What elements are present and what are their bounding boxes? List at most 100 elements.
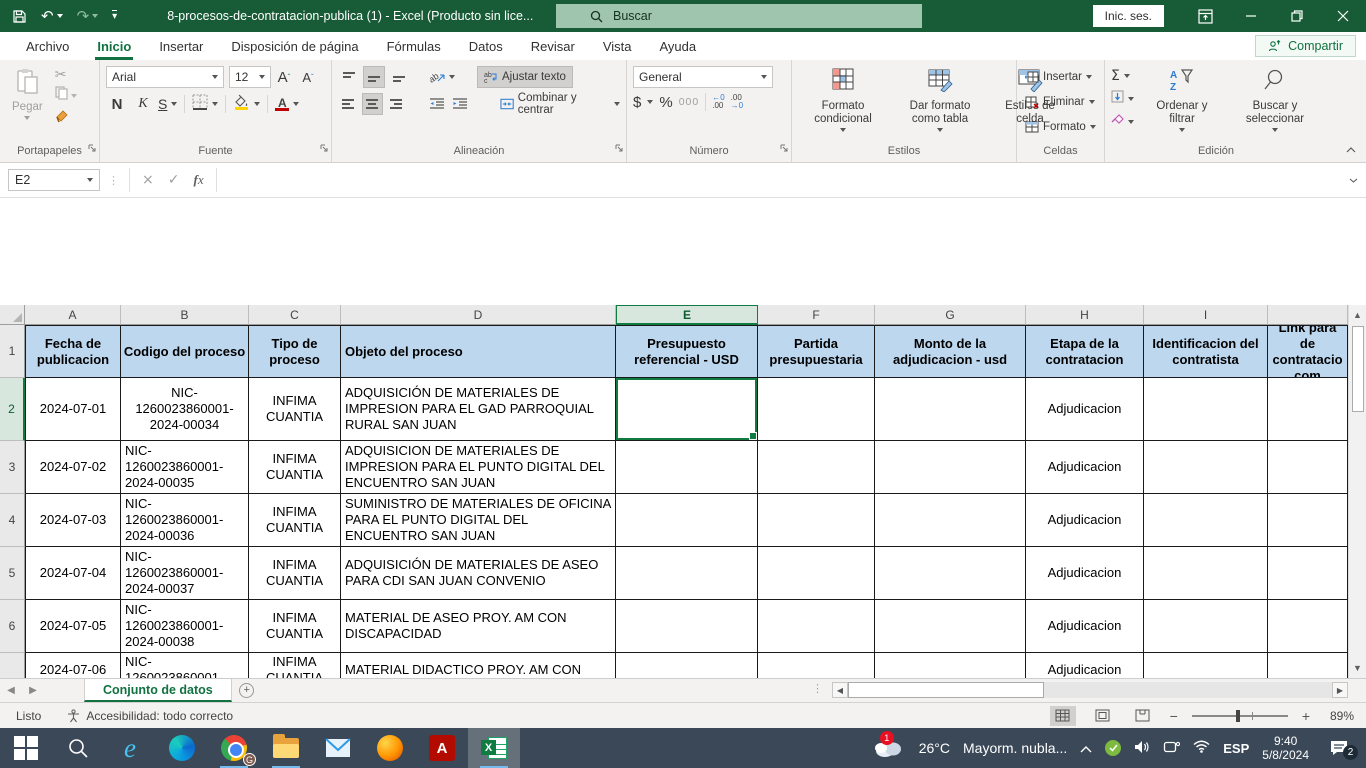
conditional-formatting-button[interactable]: Formato condicional [798, 66, 888, 142]
cell-i7[interactable] [1144, 653, 1268, 678]
underline-dropdown[interactable] [171, 102, 177, 106]
cell-h6[interactable]: Adjudicacion [1026, 600, 1144, 653]
cell-a7[interactable]: 2024-07-06 [25, 653, 121, 678]
tab-disposicion[interactable]: Disposición de página [217, 32, 372, 60]
row-header-6[interactable]: 6 [0, 600, 25, 653]
cell-j6[interactable] [1268, 600, 1348, 653]
zoom-out-icon[interactable]: − [1170, 708, 1178, 724]
find-select-button[interactable]: Buscar y seleccionar [1230, 66, 1320, 142]
cell-a4[interactable]: 2024-07-03 [25, 494, 121, 547]
customize-qat-icon[interactable]: ▾ [112, 10, 117, 22]
cell-b3[interactable]: NIC-1260023860001-2024-00035 [121, 441, 249, 494]
wifi-icon[interactable] [1193, 740, 1210, 756]
cell-d5[interactable]: ADQUISICIÓN DE MATERIALES DE ASEO PARA C… [341, 547, 616, 600]
cell-a5[interactable]: 2024-07-04 [25, 547, 121, 600]
cell-c2[interactable]: INFIMA CUANTIA [249, 378, 341, 441]
merge-dropdown[interactable] [614, 102, 620, 106]
save-icon[interactable] [12, 9, 27, 24]
cell-f3[interactable] [758, 441, 875, 494]
decrease-decimal-icon[interactable]: ←0.00 [712, 94, 724, 110]
horizontal-scrollbar[interactable]: ◀ ▶ [832, 681, 1348, 699]
notification-center[interactable]: 2 [1322, 735, 1356, 761]
number-format-combo[interactable]: General [633, 66, 773, 88]
antivirus-icon[interactable] [1105, 740, 1121, 756]
restore-button[interactable] [1274, 0, 1320, 32]
cell-c3[interactable]: INFIMA CUANTIA [249, 441, 341, 494]
header-cell[interactable]: Identificacion del contratista [1144, 325, 1268, 378]
font-size-combo[interactable]: 12 [229, 66, 271, 88]
cell-g3[interactable] [875, 441, 1026, 494]
borders-icon[interactable] [192, 94, 208, 115]
volume-icon[interactable] [1134, 740, 1150, 757]
cell-j3[interactable] [1268, 441, 1348, 494]
taskbar-excel[interactable]: X [468, 728, 520, 768]
cell-i4[interactable] [1144, 494, 1268, 547]
cell-f7[interactable] [758, 653, 875, 678]
cell-d7[interactable]: MATERIAL DIDACTICO PROY. AM CON [341, 653, 616, 678]
align-right-icon[interactable] [386, 93, 407, 115]
sheet-nav-right-icon[interactable]: ▶ [22, 679, 44, 702]
orientation-icon[interactable]: ab [430, 70, 446, 84]
row-header-4[interactable]: 4 [0, 494, 25, 547]
taskbar-edge[interactable] [156, 728, 208, 768]
expand-formula-bar-icon[interactable] [1340, 174, 1366, 186]
view-normal-icon[interactable] [1050, 706, 1076, 726]
view-page-break-icon[interactable] [1130, 706, 1156, 726]
format-cells-button[interactable]: Formato [1025, 116, 1096, 138]
cell-e3[interactable] [616, 441, 758, 494]
formula-input[interactable] [217, 168, 1340, 192]
increase-indent-icon[interactable] [450, 93, 471, 115]
insert-cells-button[interactable]: Insertar [1025, 66, 1092, 88]
tab-insertar[interactable]: Insertar [145, 32, 217, 60]
sort-filter-button[interactable]: AZ Ordenar y filtrar [1144, 66, 1220, 142]
cell-j5[interactable] [1268, 547, 1348, 600]
cell-g7[interactable] [875, 653, 1026, 678]
bold-button[interactable]: N [106, 93, 128, 115]
cell-f2[interactable] [758, 378, 875, 441]
zoom-slider[interactable] [1192, 715, 1288, 717]
scroll-left-icon[interactable]: ◀ [832, 682, 848, 698]
header-cell[interactable]: Link para de contratacio com [1268, 325, 1348, 378]
font-color-icon[interactable]: A [275, 98, 289, 111]
sheet-tab-active[interactable]: Conjunto de datos [84, 679, 232, 702]
cell-h4[interactable]: Adjudicacion [1026, 494, 1144, 547]
sheet-nav-left-icon[interactable]: ◀ [0, 679, 22, 702]
ribbon-display-options-icon[interactable] [1182, 0, 1228, 32]
minimize-button[interactable] [1228, 0, 1274, 32]
taskbar-file-explorer[interactable] [260, 728, 312, 768]
col-header-c[interactable]: C [249, 305, 341, 325]
col-header-j[interactable] [1268, 305, 1348, 325]
align-middle-icon[interactable] [363, 66, 385, 88]
cell-b7[interactable]: NIC-1260023860001- [121, 653, 249, 678]
zoom-level[interactable]: 89% [1324, 709, 1354, 723]
cell-b2[interactable]: NIC-1260023860001-2024-00034 [121, 378, 249, 441]
cell-i2[interactable] [1144, 378, 1268, 441]
header-cell[interactable]: Objeto del proceso [341, 325, 616, 378]
cell-d4[interactable]: SUMINISTRO DE MATERIALES DE OFICINA PARA… [341, 494, 616, 547]
taskbar-internet-explorer[interactable]: e [104, 728, 156, 768]
cell-h2[interactable]: Adjudicacion [1026, 378, 1144, 441]
underline-button[interactable]: S [158, 96, 167, 112]
cell-f5[interactable] [758, 547, 875, 600]
col-header-g[interactable]: G [875, 305, 1026, 325]
cell-i5[interactable] [1144, 547, 1268, 600]
name-box[interactable]: E2 [8, 169, 100, 191]
cell-a3[interactable]: 2024-07-02 [25, 441, 121, 494]
italic-button[interactable]: K [132, 93, 154, 115]
taskbar-firefox[interactable] [364, 728, 416, 768]
header-cell[interactable]: Tipo de proceso [249, 325, 341, 378]
taskbar-search-button[interactable] [52, 728, 104, 768]
cell-c6[interactable]: INFIMA CUANTIA [249, 600, 341, 653]
cell-j4[interactable] [1268, 494, 1348, 547]
format-painter-icon[interactable] [55, 109, 77, 128]
format-as-table-button[interactable]: Dar formato como tabla [888, 66, 992, 142]
vertical-scrollbar[interactable]: ▲ ▼ [1348, 305, 1366, 678]
taskbar-chrome[interactable]: G [208, 728, 260, 768]
col-header-a[interactable]: A [25, 305, 121, 325]
cell-f6[interactable] [758, 600, 875, 653]
share-button[interactable]: Compartir [1255, 35, 1356, 57]
cell-j2[interactable] [1268, 378, 1348, 441]
cell-h3[interactable]: Adjudicacion [1026, 441, 1144, 494]
col-header-h[interactable]: H [1026, 305, 1144, 325]
view-page-layout-icon[interactable] [1090, 706, 1116, 726]
